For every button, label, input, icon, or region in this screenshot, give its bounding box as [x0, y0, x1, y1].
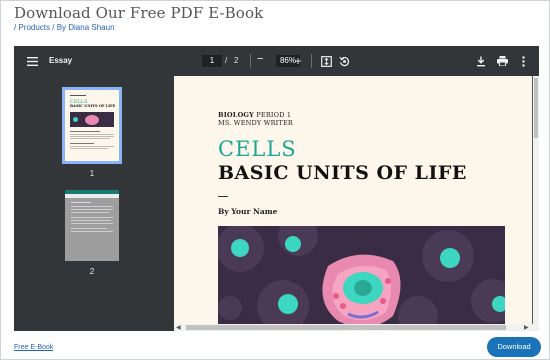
- page-thumbnail-2[interactable]: [65, 190, 119, 261]
- document-page: BIOLOGY PERIOD 1 MS. WENDY WRITER CELLS …: [174, 76, 532, 324]
- download-icon[interactable]: [474, 54, 488, 68]
- scroll-right-icon[interactable]: ▶: [524, 324, 529, 331]
- page-separator: /: [225, 56, 228, 65]
- more-vert-icon[interactable]: [516, 54, 530, 68]
- vertical-scroll-thumb[interactable]: [534, 78, 538, 138]
- subject-label: BIOLOGY: [218, 111, 255, 119]
- page-frame: Download Our Free PDF E-Book / Products …: [0, 0, 550, 360]
- breadcrumb-author[interactable]: / By Diana Shaun: [52, 23, 114, 32]
- download-button[interactable]: Download: [487, 337, 541, 357]
- zoom-out-button[interactable]: −: [257, 53, 268, 68]
- scroll-left-icon[interactable]: ◀: [176, 324, 181, 331]
- pdf-viewer: Essay 1 / 2 − 86% + CELLS BASIC UNITS OF…: [14, 46, 539, 331]
- title-rule: [218, 196, 228, 197]
- title-main: BASIC UNITS OF LIFE: [218, 162, 467, 184]
- breadcrumb-products[interactable]: / Products: [14, 23, 50, 32]
- fit-to-page-icon[interactable]: [319, 54, 333, 68]
- document-view[interactable]: BIOLOGY PERIOD 1 MS. WENDY WRITER CELLS …: [174, 76, 539, 331]
- class-info: BIOLOGY PERIOD 1: [218, 111, 291, 119]
- total-pages: 2: [234, 56, 239, 65]
- toolbar-divider: [311, 54, 312, 68]
- rotate-icon[interactable]: [337, 54, 351, 68]
- zoom-in-icon: +: [294, 54, 302, 68]
- zoom-out-icon: −: [257, 53, 264, 65]
- cell-illustration: [218, 226, 505, 324]
- breadcrumb: / Products / By Diana Shaun: [14, 23, 115, 32]
- horizontal-scroll-thumb[interactable]: [186, 325, 506, 330]
- page-title: Download Our Free PDF E-Book: [14, 4, 264, 22]
- pdf-toolbar: Essay 1 / 2 − 86% +: [14, 46, 539, 76]
- thumbnail-sidebar: CELLS BASIC UNITS OF LIFE 1 2: [14, 76, 174, 331]
- byline: By Your Name: [218, 207, 278, 216]
- horizontal-scrollbar[interactable]: ◀ ▶: [174, 324, 539, 331]
- vertical-scrollbar[interactable]: [533, 76, 539, 324]
- free-ebook-link[interactable]: Free E-Book: [14, 344, 53, 351]
- thumbnail-number-2: 2: [89, 267, 95, 276]
- page-thumbnail-1[interactable]: CELLS BASIC UNITS OF LIFE: [62, 87, 122, 164]
- toolbar-divider: [250, 54, 251, 68]
- document-title: Essay: [49, 56, 73, 65]
- print-icon[interactable]: [495, 54, 509, 68]
- thumbnail-number-1: 1: [89, 169, 95, 178]
- current-page-input[interactable]: 1: [202, 55, 222, 67]
- teacher-name: MS. WENDY WRITER: [218, 119, 294, 127]
- period-label: PERIOD 1: [254, 111, 292, 119]
- title-accent: CELLS: [218, 137, 297, 161]
- hamburger-menu-icon[interactable]: [25, 54, 39, 68]
- zoom-in-button[interactable]: +: [291, 54, 305, 68]
